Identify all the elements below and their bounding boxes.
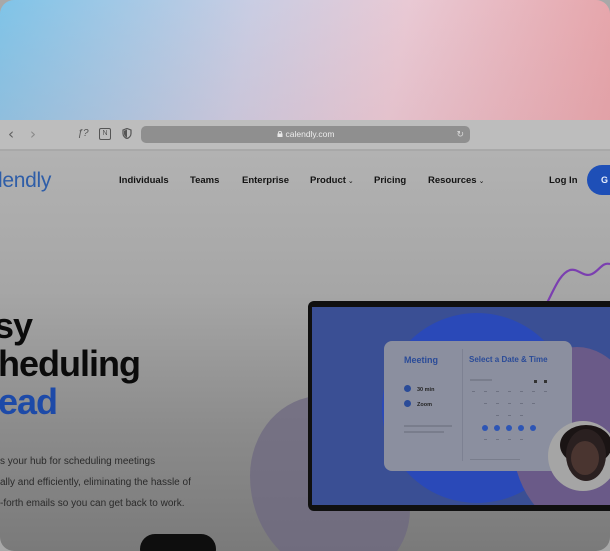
weekday-label xyxy=(484,391,487,392)
hero-heading-line2: heduling xyxy=(0,343,141,384)
nav-label: Pricing xyxy=(374,175,407,186)
hero-subtext-line3: -forth emails so you can get back to wor… xyxy=(0,498,185,509)
chevron-down-icon: ⌄ xyxy=(347,178,354,185)
booking-card: Meeting Select a Date & Time 30 min Zoom xyxy=(384,341,572,471)
available-day xyxy=(482,425,488,431)
available-day xyxy=(518,425,524,431)
calendar-day xyxy=(496,439,499,440)
nav-individuals[interactable]: Individuals xyxy=(119,175,169,186)
clock-icon xyxy=(404,385,411,392)
hero-heading-line3: ead xyxy=(0,381,58,422)
notion-icon[interactable]: N xyxy=(99,128,111,140)
address-bar[interactable]: calendly.com ↻ xyxy=(141,126,470,143)
webpage: lendly Individuals Teams Enterprise Prod… xyxy=(0,151,610,551)
get-started-button[interactable]: G xyxy=(587,165,610,195)
signup-button[interactable] xyxy=(140,534,216,551)
placeholder-line xyxy=(404,431,444,433)
weekday-label xyxy=(496,391,499,392)
duration-row: 30 min xyxy=(404,385,434,393)
chevron-left-icon[interactable]: ‹ xyxy=(8,126,14,142)
month-label xyxy=(470,379,492,381)
location-row: Zoom xyxy=(404,400,432,408)
nav-pricing[interactable]: Pricing xyxy=(374,175,406,186)
reload-icon[interactable]: ↻ xyxy=(456,126,464,143)
weekday-label xyxy=(544,391,547,392)
calendar-day xyxy=(508,403,511,404)
nav-resources[interactable]: Resources ⌄ xyxy=(428,175,484,186)
nav-label: Product xyxy=(310,175,346,186)
desktop-wallpaper xyxy=(0,0,610,120)
calendar-day xyxy=(520,403,523,404)
weekday-label xyxy=(508,391,511,392)
weekday-label xyxy=(520,391,523,392)
card-divider xyxy=(462,349,463,461)
shield-icon[interactable] xyxy=(121,127,133,140)
nav-label: Resources xyxy=(428,175,477,186)
weekday-label xyxy=(532,391,535,392)
calendar-day xyxy=(520,415,523,416)
available-day xyxy=(506,425,512,431)
login-link[interactable]: Log In xyxy=(549,175,578,186)
nav-label: Individuals xyxy=(119,175,169,186)
available-day xyxy=(530,425,536,431)
hero-subtext-line2: ally and efficiently, eliminating the ha… xyxy=(0,477,191,488)
hero-subtext-line1: s your hub for scheduling meetings xyxy=(0,456,156,467)
browser-toolbar: ‹ › ƒ? N calendly.com ↻ xyxy=(0,120,610,150)
calendly-logo[interactable]: lendly xyxy=(0,169,51,193)
lock-icon xyxy=(277,131,282,137)
calendar-day xyxy=(508,439,511,440)
nav-label: Enterprise xyxy=(242,175,289,186)
calendar-day xyxy=(496,403,499,404)
avatar-skin xyxy=(571,441,599,475)
nav-teams[interactable]: Teams xyxy=(190,175,219,186)
weekday-label xyxy=(472,391,475,392)
available-day xyxy=(494,425,500,431)
meeting-title: Meeting xyxy=(404,355,439,365)
url-text: calendly.com xyxy=(285,129,335,139)
calendar-day xyxy=(508,415,511,416)
location-pin-icon xyxy=(404,400,411,407)
avatar xyxy=(548,421,610,491)
chevron-left-icon xyxy=(534,380,537,383)
chevron-right-icon xyxy=(544,380,547,383)
hero-heading-line1: sy xyxy=(0,305,33,346)
calendar-day xyxy=(484,439,487,440)
placeholder-line xyxy=(404,425,452,427)
nav-label: Teams xyxy=(190,175,220,186)
calendar-day xyxy=(532,403,535,404)
date-time-title: Select a Date & Time xyxy=(469,355,548,364)
location-text: Zoom xyxy=(417,402,432,408)
extension-icon[interactable]: ƒ? xyxy=(77,128,89,140)
chevron-right-icon[interactable]: › xyxy=(30,126,36,142)
nav-enterprise[interactable]: Enterprise xyxy=(242,175,289,186)
timezone-label xyxy=(470,459,520,460)
screenshot-frame: ‹ › ƒ? N calendly.com ↻ lendly Individua… xyxy=(0,0,610,551)
calendar-day xyxy=(496,415,499,416)
nav-product[interactable]: Product ⌄ xyxy=(310,175,354,186)
calendar-day xyxy=(520,439,523,440)
calendar-day xyxy=(484,403,487,404)
chevron-down-icon: ⌄ xyxy=(478,178,485,185)
duration-text: 30 min xyxy=(417,387,435,393)
